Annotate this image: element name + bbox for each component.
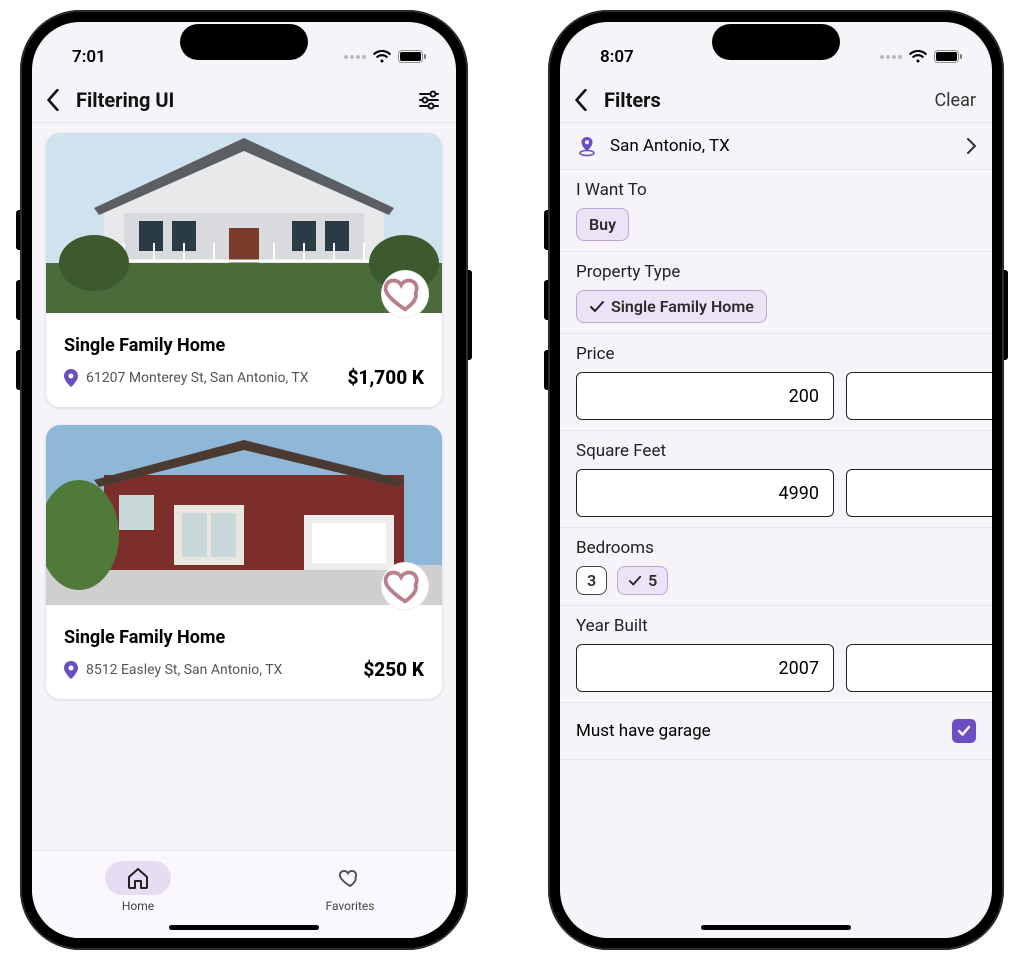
listing-address-row: 61207 Monterey St, San Antonio, TX (64, 369, 309, 387)
wifi-icon (908, 50, 928, 64)
tab-favorites-label: Favorites (326, 899, 375, 913)
year-min-input[interactable] (576, 644, 834, 692)
section-sqft: Square Feet (560, 431, 992, 528)
chevron-right-icon (966, 138, 976, 154)
filters-content[interactable]: San Antonio, TX I Want To Buy Property T… (560, 123, 992, 938)
favorite-button[interactable] (382, 271, 428, 317)
chip-bedrooms-3[interactable]: 3 (576, 566, 607, 595)
listing-card[interactable]: Single Family Home 61207 Monterey St, Sa… (46, 133, 442, 407)
home-indicator (701, 925, 851, 930)
section-i-want-to: I Want To Buy (560, 170, 992, 252)
phone-frame-left: 7:01 Filtering UI (20, 10, 468, 950)
heart-icon (382, 563, 428, 609)
pin-icon (64, 369, 78, 387)
navbar: Filters Clear (560, 80, 992, 123)
listing-price: $250 K (363, 658, 424, 681)
status-icons (344, 50, 426, 64)
heart-icon (382, 271, 428, 317)
section-label: Bedrooms (576, 538, 976, 558)
section-price: Price (560, 334, 992, 431)
back-icon[interactable] (572, 89, 590, 111)
tab-home[interactable]: Home (32, 861, 244, 913)
price-min-input[interactable] (576, 372, 834, 420)
screen-listing: 7:01 Filtering UI (32, 22, 456, 938)
screen-filters: 8:07 Filters Clear (560, 22, 992, 938)
filters-icon[interactable] (418, 89, 440, 111)
cellular-dots-icon (880, 55, 902, 59)
section-label: Property Type (576, 262, 976, 282)
heart-icon (338, 866, 362, 890)
listing-content[interactable]: Single Family Home 61207 Monterey St, Sa… (32, 123, 456, 850)
section-property-type: Property Type Single Family Home (560, 252, 992, 334)
location-pin-icon (576, 135, 598, 157)
check-icon (589, 299, 605, 315)
section-label: I Want To (576, 180, 976, 200)
chip-property-type[interactable]: Single Family Home (576, 290, 767, 323)
status-time: 7:01 (72, 47, 106, 67)
listing-address-row: 8512 Easley St, San Antonio, TX (64, 661, 282, 679)
section-year-built: Year Built (560, 606, 992, 703)
battery-icon (934, 50, 962, 64)
location-row[interactable]: San Antonio, TX (560, 123, 992, 170)
page-title: Filters (604, 88, 661, 112)
favorite-button[interactable] (382, 563, 428, 609)
listing-address: 61207 Monterey St, San Antonio, TX (86, 370, 309, 386)
listing-type: Single Family Home (64, 335, 424, 356)
price-max-input[interactable] (846, 372, 992, 420)
listing-card[interactable]: Single Family Home 8512 Easley St, San A… (46, 425, 442, 699)
listing-address: 8512 Easley St, San Antonio, TX (86, 662, 282, 678)
listing-photo (46, 133, 442, 313)
section-label: Square Feet (576, 441, 976, 461)
tab-home-label: Home (122, 899, 154, 913)
chip-buy[interactable]: Buy (576, 208, 629, 241)
listing-type: Single Family Home (64, 627, 424, 648)
chip-bedrooms-5[interactable]: 5 (617, 566, 668, 595)
home-indicator (169, 925, 319, 930)
garage-label: Must have garage (576, 721, 711, 741)
check-icon (956, 723, 972, 739)
location-value: San Antonio, TX (610, 136, 954, 156)
sqft-min-input[interactable] (576, 469, 834, 517)
listing-price: $1,700 K (347, 366, 424, 389)
navbar: Filtering UI (32, 80, 456, 123)
back-icon[interactable] (44, 89, 62, 111)
sqft-max-input[interactable] (846, 469, 992, 517)
section-garage[interactable]: Must have garage (560, 703, 992, 760)
clear-button[interactable]: Clear (934, 90, 976, 111)
dynamic-island (712, 24, 840, 60)
check-icon (628, 574, 642, 588)
dynamic-island (180, 24, 308, 60)
cellular-dots-icon (344, 55, 366, 59)
status-icons (880, 50, 962, 64)
section-bedrooms: Bedrooms 3 5 (560, 528, 992, 606)
page-title: Filtering UI (76, 88, 174, 112)
garage-checkbox[interactable] (952, 719, 976, 743)
section-label: Year Built (576, 616, 976, 636)
home-icon (126, 866, 150, 890)
chip-property-type-label: Single Family Home (611, 297, 754, 316)
pin-icon (64, 661, 78, 679)
battery-icon (398, 50, 426, 64)
tab-favorites[interactable]: Favorites (244, 861, 456, 913)
phone-frame-right: 8:07 Filters Clear (548, 10, 1004, 950)
listing-photo (46, 425, 442, 605)
status-time: 8:07 (600, 47, 634, 67)
year-max-input[interactable] (846, 644, 992, 692)
wifi-icon (372, 50, 392, 64)
section-label: Price (576, 344, 976, 364)
chip-bedrooms-5-label: 5 (648, 571, 657, 590)
